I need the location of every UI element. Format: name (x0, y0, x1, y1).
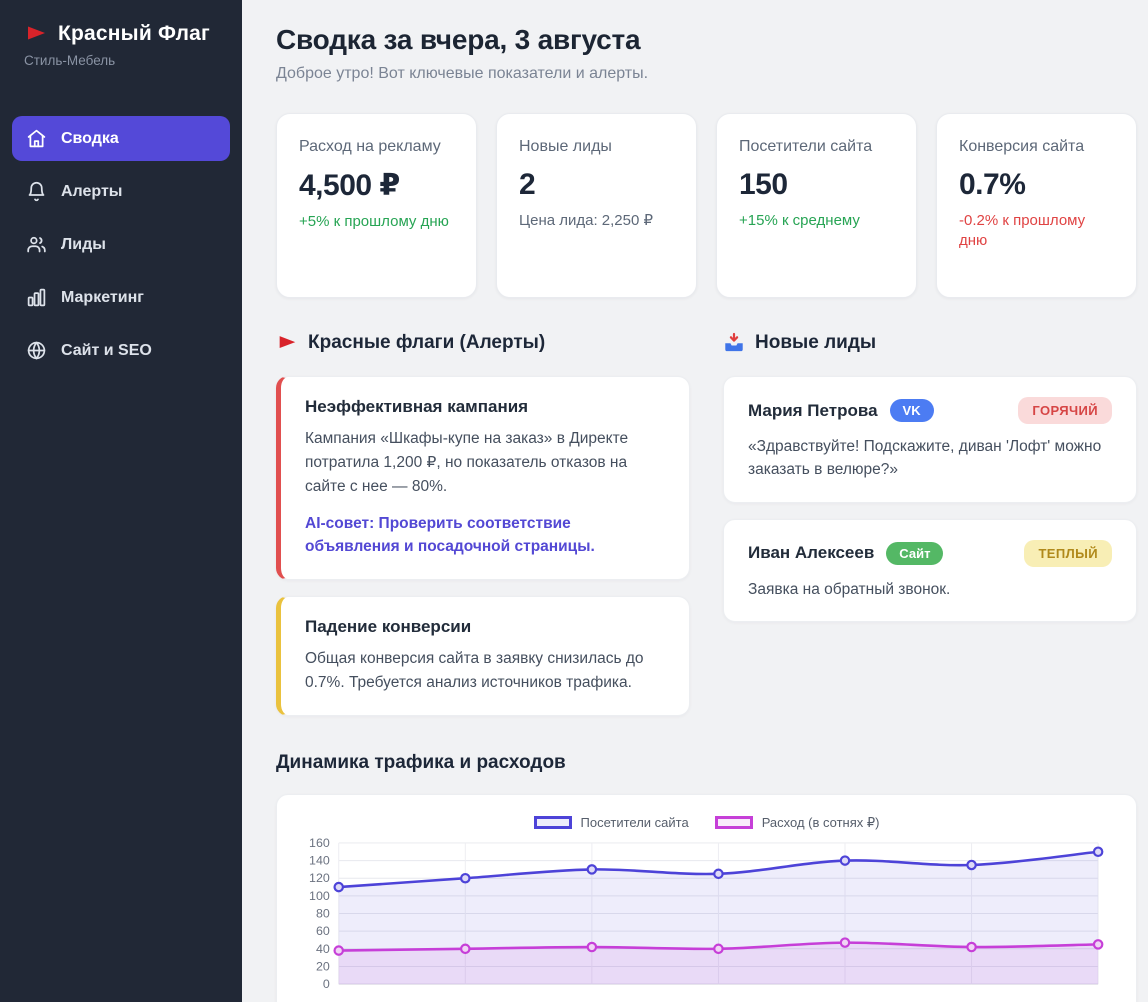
sidebar-item-label: Алерты (61, 182, 123, 200)
svg-text:100: 100 (309, 888, 330, 902)
lead-message: «Здравствуйте! Подскажите, диван 'Лофт' … (748, 438, 1102, 479)
leads-section-title-text: Новые лиды (755, 332, 877, 353)
sidebar-item-icon (26, 128, 47, 149)
red-flag-icon (24, 22, 48, 46)
alert-body: Кампания «Шкафы-купе на заказ» в Директе… (305, 430, 629, 496)
kpi-card: Расход на рекламу 4,500 ₽ +5% к прошлому… (276, 113, 477, 298)
sidebar-item-icon (26, 340, 47, 361)
svg-text:140: 140 (309, 853, 330, 867)
svg-text:160: 160 (309, 835, 330, 849)
sidebar-item-label: Маркетинг (61, 288, 144, 306)
lead-header: Мария Петрова VK ГОРЯЧИЙ (748, 397, 1112, 424)
page-subtitle: Доброе утро! Вот ключевые показатели и а… (276, 65, 649, 82)
leads-section-title: Новые лиды (723, 332, 1137, 354)
sidebar-item[interactable]: Алерты (12, 169, 230, 214)
alerts-section: Красные флаги (Алерты) Неэффективная кам… (276, 332, 690, 716)
sidebar-nav: Сводка Алерты Лиды Маркетинг Сайт и SEO (12, 116, 230, 373)
inbox-icon (723, 332, 745, 354)
legend-swatch (714, 816, 753, 830)
svg-text:0: 0 (323, 977, 330, 991)
app-root: Красный Флаг Стиль-Мебель Сводка Алерты … (0, 0, 1148, 1002)
chart-section-title: Динамика трафика и расходов (276, 751, 566, 773)
kpi-delta: +5% к прошлому дню (299, 212, 449, 230)
lead-source-badge: VK (889, 399, 934, 422)
kpi-label: Новые лиды (519, 138, 612, 155)
lead-message: Заявка на обратный звонок. (748, 580, 951, 598)
kpi-value: 2 (519, 167, 536, 201)
lead-name: Мария Петрова (748, 400, 878, 420)
leads-list: Мария Петрова VK ГОРЯЧИЙ «Здравствуйте! … (723, 376, 1137, 622)
chart-legend: Посетители сайта Расход (в сотнях ₽) (291, 811, 1122, 833)
sidebar-item[interactable]: Лиды (12, 222, 230, 267)
app-subtitle: Стиль-Мебель (24, 53, 116, 68)
page-title: Сводка за вчера, 3 августа (276, 24, 641, 55)
kpi-value: 150 (739, 167, 788, 201)
alert-body: Общая конверсия сайта в заявку снизилась… (305, 649, 644, 691)
app-title: Красный Флаг (58, 22, 210, 45)
kpi-label: Конверсия сайта (959, 138, 1085, 155)
main-content: Сводка за вчера, 3 августа Доброе утро! … (242, 0, 1148, 1002)
sidebar-item-label: Сводка (61, 129, 119, 147)
kpi-card: Посетители сайта 150 +15% к среднему (716, 113, 917, 298)
kpi-card: Новые лиды 2 Цена лида: 2,250 ₽ (496, 113, 697, 298)
chart-section: Динамика трафика и расходов Посетители с… (276, 752, 1137, 1002)
sidebar-item[interactable]: Сайт и SEO (12, 328, 230, 373)
alerts-list: Неэффективная кампания Кампания «Шкафы-к… (276, 376, 690, 716)
lead-card[interactable]: Мария Петрова VK ГОРЯЧИЙ «Здравствуйте! … (723, 376, 1137, 503)
logo: Красный Флаг (12, 22, 230, 46)
lead-name: Иван Алексеев (748, 543, 875, 562)
red-flag-icon (276, 332, 298, 354)
kpi-label: Посетители сайта (739, 138, 873, 155)
alert-ai-advice: AI-совет: Проверить соответствие объявле… (305, 515, 595, 556)
sidebar-item-icon (26, 287, 47, 308)
legend-swatch (533, 816, 572, 830)
legend-label: Посетители сайта (580, 815, 689, 831)
alert-card: Неэффективная кампания Кампания «Шкафы-к… (276, 376, 690, 580)
kpi-delta: Цена лида: 2,250 ₽ (519, 211, 654, 229)
middle-columns: Красные флаги (Алерты) Неэффективная кам… (276, 332, 1137, 716)
lead-source-badge: Сайт (886, 541, 944, 565)
sidebar-item-label: Лиды (61, 235, 106, 253)
alerts-section-title: Красные флаги (Алерты) (276, 332, 690, 354)
kpi-card: Конверсия сайта 0.7% -0.2% к прошлому дн… (936, 113, 1137, 298)
lead-card[interactable]: Иван Алексеев Сайт ТЕПЛЫЙ Заявка на обра… (723, 518, 1137, 622)
sidebar-item-icon (26, 234, 47, 255)
sidebar-item[interactable]: Маркетинг (12, 275, 230, 320)
chart-card: Посетители сайта Расход (в сотнях ₽) 0 20 4… (276, 793, 1137, 1002)
leads-section: Новые лиды Мария Петрова VK ГОРЯЧИЙ «Здр… (723, 332, 1137, 716)
kpi-delta: -0.2% к прошлому дню (959, 211, 1086, 249)
alerts-section-title-text: Красные флаги (Алерты) (308, 332, 546, 353)
sidebar-item[interactable]: Сводка (12, 116, 230, 161)
lead-header: Иван Алексеев Сайт ТЕПЛЫЙ (748, 539, 1112, 567)
svg-text:120: 120 (309, 871, 330, 885)
svg-text:40: 40 (316, 941, 330, 955)
legend-label: Расход (в сотнях ₽) (761, 814, 880, 830)
sidebar-item-label: Сайт и SEO (61, 341, 152, 359)
svg-text:60: 60 (316, 924, 330, 938)
sidebar-item-icon (26, 181, 47, 202)
kpi-delta: +15% к среднему (739, 211, 860, 229)
lead-temperature-badge: ТЕПЛЫЙ (1024, 539, 1112, 567)
alert-card: Падение конверсии Общая конверсия сайта … (276, 595, 690, 716)
kpi-grid: Расход на рекламу 4,500 ₽ +5% к прошлому… (276, 113, 1137, 298)
kpi-value: 4,500 ₽ (299, 168, 400, 202)
svg-text:20: 20 (316, 959, 330, 973)
kpi-value: 0.7% (959, 167, 1026, 201)
legend-item[interactable]: Посетители сайта (533, 815, 689, 831)
sidebar: Красный Флаг Стиль-Мебель Сводка Алерты … (0, 0, 242, 1002)
lead-temperature-badge: ГОРЯЧИЙ (1018, 397, 1112, 424)
legend-item[interactable]: Расход (в сотнях ₽) (714, 814, 880, 831)
traffic-chart-svg: 02040608010012014016028 июл29 июл30 июл3… (309, 835, 1104, 991)
kpi-label: Расход на рекламу (299, 138, 441, 155)
alert-title: Неэффективная кампания (305, 397, 529, 416)
alert-title: Падение конверсии (305, 616, 472, 636)
svg-text:80: 80 (316, 906, 330, 920)
